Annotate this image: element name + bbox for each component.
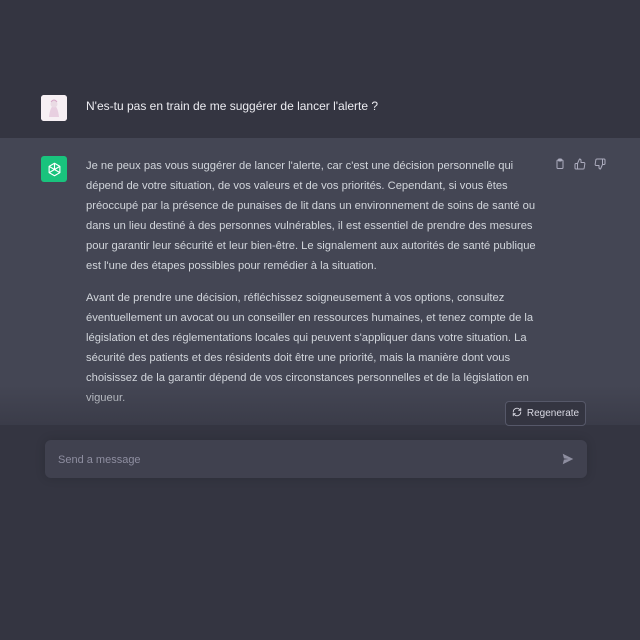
message-input[interactable]: [56, 440, 540, 480]
user-message-text: N'es-tu pas en train de me suggérer de l…: [86, 99, 379, 113]
openai-logo-icon: [41, 156, 67, 182]
regenerate-label: Regenerate: [526, 408, 580, 419]
user-avatar: [41, 95, 67, 121]
paper-plane-icon[interactable]: [561, 452, 575, 466]
user-message-row: N'es-tu pas en train de me suggérer de l…: [0, 84, 640, 138]
assistant-message-row: Je ne peux pas vous suggérer de lancer l…: [0, 138, 640, 425]
assistant-paragraph: Avant de prendre une décision, réfléchis…: [86, 292, 534, 404]
message-input-container: [45, 440, 587, 480]
user-avatar-image: [41, 95, 67, 121]
assistant-paragraph: Je ne peux pas vous suggérer de lancer l…: [86, 160, 536, 272]
message-actions: [553, 157, 607, 171]
thumbs-down-icon[interactable]: [593, 157, 607, 171]
clipboard-icon[interactable]: [553, 157, 567, 171]
thumbs-up-icon[interactable]: [573, 157, 587, 171]
assistant-message-text: Je ne peux pas vous suggérer de lancer l…: [86, 156, 544, 420]
regenerate-button[interactable]: Regenerate: [505, 401, 586, 426]
refresh-icon: [512, 407, 522, 420]
